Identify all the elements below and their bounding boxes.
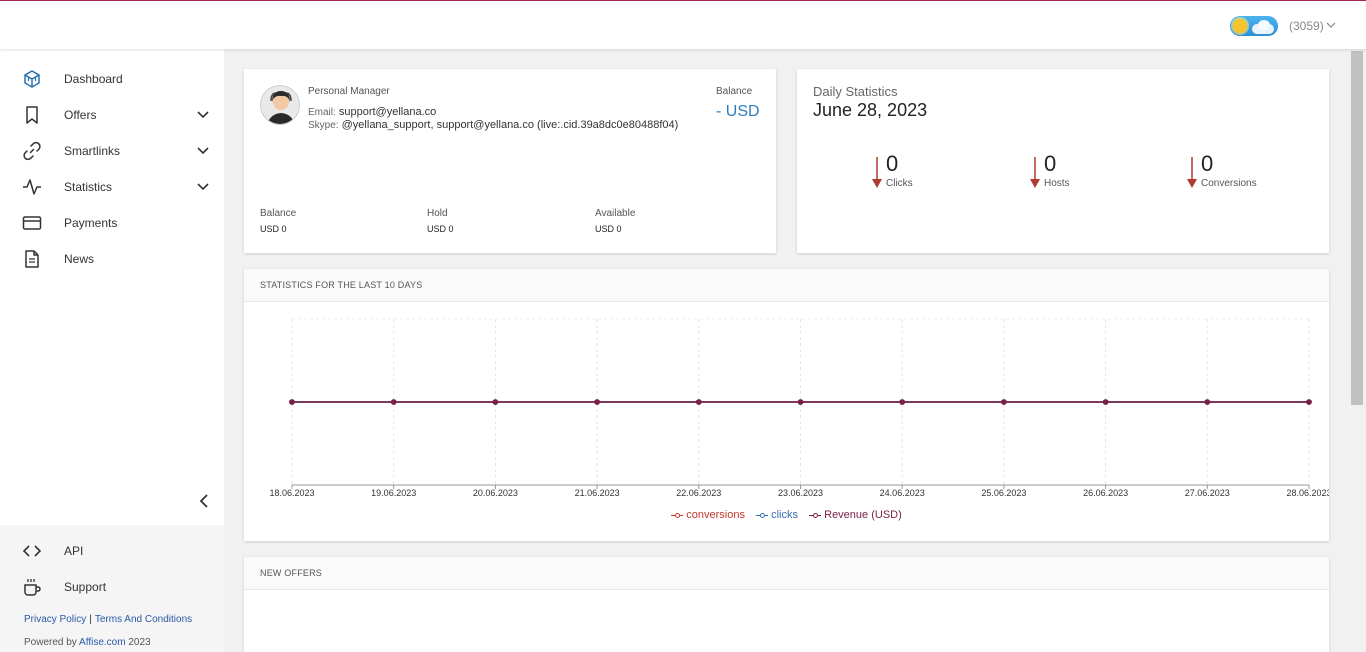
sidebar-item-label: Statistics (64, 180, 113, 194)
sidebar-item-support[interactable]: Support (0, 569, 224, 605)
x-tick-label: 20.06.2023 (473, 488, 518, 498)
scrollbar-thumb[interactable] (1351, 51, 1363, 405)
sidebar-item-statistics[interactable]: Statistics (0, 169, 224, 205)
card-icon (22, 216, 42, 230)
code-icon (22, 545, 42, 557)
offers-header: NEW OFFERS (244, 557, 1329, 590)
data-point (1001, 399, 1007, 405)
x-tick-label: 19.06.2023 (371, 488, 416, 498)
data-point (899, 399, 905, 405)
user-id-menu[interactable]: (3059) (1289, 19, 1324, 33)
powered-by: Powered by Affise.com 2023 (24, 637, 151, 648)
x-tick-label: 22.06.2023 (676, 488, 721, 498)
daily-statistics-card: Daily Statistics June 28, 2023 0 Clicks … (797, 69, 1329, 253)
manager-skype: Skype: @yellana_support, support@yellana… (308, 119, 679, 131)
manager-email: Email: support@yellana.co (308, 106, 437, 118)
hold-stat: Hold USD 0 (427, 208, 454, 234)
sidebar-item-label: Dashboard (64, 72, 123, 86)
manager-title: Personal Manager (308, 86, 390, 97)
line-chart: 18.06.2023 19.06.2023 20.06.2023 21.06.2023… (269, 318, 1329, 498)
data-point (289, 399, 295, 405)
sidebar-item-api[interactable]: API (0, 533, 224, 569)
legend-marker (671, 511, 684, 519)
legend-revenue[interactable]: Revenue (USD) (809, 509, 902, 521)
chevron-down-icon (197, 111, 209, 119)
x-tick-label: 21.06.2023 (575, 488, 620, 498)
terms-link[interactable]: Terms And Conditions (95, 614, 192, 625)
sidebar-item-dashboard[interactable]: Dashboard (0, 61, 224, 97)
data-point (1102, 399, 1109, 405)
sidebar-item-offers[interactable]: Offers (0, 97, 224, 133)
legal-links: Privacy Policy | Terms And Conditions (24, 614, 193, 625)
avatar (260, 85, 300, 125)
clicks-metric: 0 Clicks (871, 151, 991, 191)
document-icon (25, 250, 39, 268)
balance-value: - USD (716, 103, 760, 120)
new-offers-card: NEW OFFERS (244, 557, 1329, 652)
daily-date: June 28, 2023 (813, 100, 928, 120)
legend-marker (756, 511, 769, 519)
sidebar-item-label: Payments (64, 216, 118, 230)
arrow-down-icon (1187, 157, 1197, 188)
data-point (797, 399, 804, 405)
data-point (696, 399, 702, 405)
sidebar-item-payments[interactable]: Payments (0, 205, 224, 241)
sidebar-item-smartlinks[interactable]: Smartlinks (0, 133, 224, 169)
sidebar: Dashboard Offers Smartlinks Statistics P… (0, 49, 224, 652)
sun-icon (1233, 19, 1247, 33)
x-tick-label: 18.06.2023 (269, 488, 314, 498)
pulse-icon (23, 179, 41, 195)
x-tick-label: 28.06.2023 (1286, 488, 1329, 498)
bookmark-icon (26, 106, 38, 124)
data-point (492, 399, 499, 405)
chevron-down-icon (197, 147, 209, 155)
balance-stat: Balance USD 0 (260, 208, 297, 234)
top-bar: (3059) (0, 0, 1366, 49)
data-point (1204, 399, 1211, 405)
statistics-chart-card: STATISTICS FOR THE LAST 10 DAYS 18.06.20… (244, 269, 1329, 541)
available-stat: Available USD 0 (595, 208, 636, 234)
balance-label: Balance (716, 86, 753, 97)
sidebar-item-news[interactable]: News (0, 241, 224, 277)
arrow-down-icon (1030, 157, 1040, 188)
legend-clicks[interactable]: clicks (756, 509, 798, 521)
theme-toggle[interactable] (1230, 16, 1278, 36)
data-point (1306, 399, 1312, 405)
arrow-down-icon (872, 157, 882, 188)
affise-link[interactable]: Affise.com (79, 637, 126, 648)
sidebar-item-label: News (64, 252, 95, 266)
x-tick-label: 24.06.2023 (880, 488, 925, 498)
page-scrollbar[interactable] (1349, 49, 1366, 652)
legend-conversions[interactable]: conversions (671, 509, 745, 521)
collapse-sidebar-icon[interactable] (196, 493, 212, 509)
hosts-metric: 0 Hosts (1029, 151, 1149, 191)
sidebar-item-label: Smartlinks (64, 144, 121, 158)
sidebar-item-label: API (64, 544, 84, 558)
coffee-icon (24, 579, 41, 596)
x-tick-label: 26.06.2023 (1083, 488, 1128, 498)
link-icon (23, 141, 41, 161)
daily-title: Daily Statistics (813, 84, 898, 99)
x-tick-label: 25.06.2023 (981, 488, 1026, 498)
sidebar-footer: API Support Privacy Policy | Terms And Con… (0, 525, 224, 652)
cube-icon (24, 70, 40, 88)
chevron-down-icon[interactable] (1326, 20, 1336, 30)
legend-marker (809, 511, 822, 519)
chart-legend: conversions clicks Revenue (USD) (244, 509, 1329, 521)
privacy-policy-link[interactable]: Privacy Policy (24, 614, 86, 625)
x-tick-label: 27.06.2023 (1185, 488, 1230, 498)
sidebar-item-label: Support (64, 580, 107, 594)
conversions-metric: 0 Conversions (1186, 151, 1306, 191)
data-point (390, 399, 397, 405)
chart-header: STATISTICS FOR THE LAST 10 DAYS (244, 269, 1329, 302)
x-tick-label: 23.06.2023 (778, 488, 823, 498)
sidebar-item-label: Offers (64, 108, 97, 122)
chevron-down-icon (197, 183, 209, 191)
data-point (594, 399, 600, 405)
personal-manager-card: Personal Manager Email: support@yellana.… (244, 69, 776, 253)
